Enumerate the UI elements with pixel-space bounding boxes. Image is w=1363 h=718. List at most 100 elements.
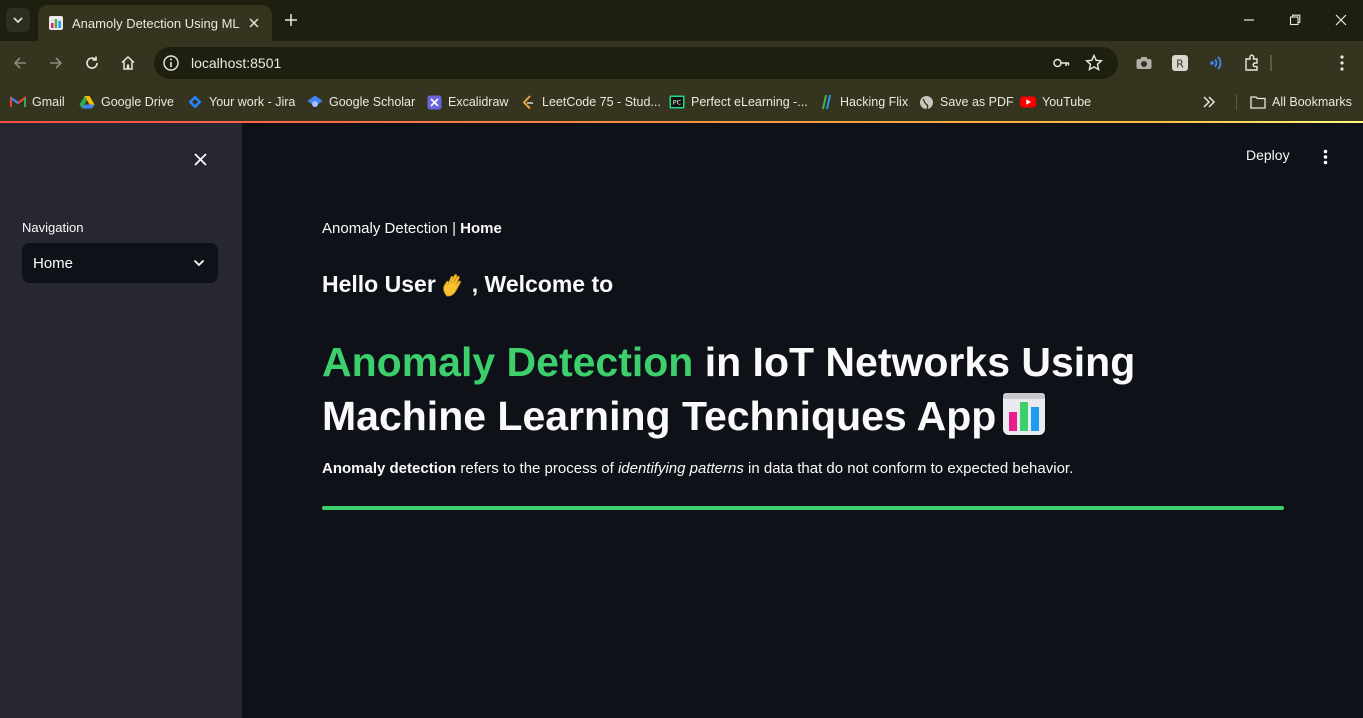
- tab-close-icon[interactable]: [246, 15, 262, 31]
- tab-search-button[interactable]: [6, 8, 30, 32]
- browser-menu-icon[interactable]: [1332, 53, 1352, 73]
- bookmarks-bar: Gmail Google Drive Your work - Jira Goog…: [0, 85, 1363, 122]
- bookmark-label: Google Scholar: [329, 95, 416, 109]
- bookmark-leetcode[interactable]: LeetCode 75 - Stud...: [520, 92, 661, 112]
- deploy-button[interactable]: Deploy: [1246, 147, 1290, 163]
- globe-icon: [918, 94, 934, 110]
- home-icon: [121, 55, 135, 70]
- bookmark-label: YouTube: [1042, 95, 1092, 109]
- bookmark-perfect-elearning[interactable]: PC Perfect eLearning -...: [669, 92, 808, 112]
- desc-bold: Anomaly detection: [322, 460, 457, 477]
- restore-icon: [1289, 14, 1301, 26]
- bookmark-google-drive[interactable]: Google Drive: [79, 92, 174, 112]
- bookmark-label: Google Drive: [101, 95, 174, 109]
- green-divider: [322, 506, 1284, 510]
- description: Anomaly detection refers to the process …: [322, 460, 1073, 477]
- address-bar[interactable]: localhost:8501: [154, 47, 1118, 79]
- scholar-icon: [307, 94, 323, 110]
- bookmark-youtube[interactable]: YouTube: [1020, 92, 1091, 112]
- bookmark-label: Your work - Jira: [209, 95, 296, 109]
- chevron-down-icon: [191, 255, 207, 271]
- chevron-down-icon: [13, 17, 23, 24]
- navigation-select-value: Home: [33, 254, 74, 272]
- sidebar-close-button[interactable]: [189, 148, 211, 170]
- main-menu-button[interactable]: [1316, 147, 1334, 167]
- bookmark-label: Hacking Flix: [840, 95, 909, 109]
- bookmark-jira[interactable]: Your work - Jira: [187, 92, 295, 112]
- excalidraw-icon: [426, 94, 442, 110]
- folder-icon: [1250, 94, 1266, 110]
- minimize-icon: [1244, 19, 1254, 21]
- new-tab-button[interactable]: [280, 9, 302, 31]
- breadcrumb-prefix: Anomaly Detection |: [322, 220, 461, 237]
- close-icon: [193, 152, 207, 166]
- svg-text:R: R: [1176, 58, 1184, 71]
- toolbar-divider: [1270, 55, 1272, 71]
- jira-icon: [187, 94, 203, 110]
- desc-italic: identifying patterns: [617, 460, 744, 477]
- key-icon[interactable]: [1052, 54, 1070, 72]
- navigation-select[interactable]: Home: [22, 243, 218, 283]
- restore-button[interactable]: [1282, 8, 1308, 32]
- chart-favicon-icon: [49, 16, 63, 30]
- breadcrumb: Anomaly Detection | Home: [322, 220, 502, 237]
- breadcrumb-current: Home: [460, 220, 502, 237]
- arrow-right-icon: [50, 57, 63, 69]
- navigation-label: Navigation: [22, 220, 84, 235]
- r-extension-icon[interactable]: R: [1170, 53, 1190, 73]
- gmail-icon: [10, 94, 26, 110]
- bookmark-gmail[interactable]: Gmail: [10, 92, 65, 112]
- drive-icon: [79, 94, 95, 110]
- pc-icon: PC: [669, 94, 685, 110]
- home-button[interactable]: [116, 51, 140, 75]
- youtube-icon: [1020, 94, 1036, 110]
- close-window-button[interactable]: [1328, 8, 1354, 32]
- star-icon[interactable]: [1085, 54, 1103, 72]
- minimize-button[interactable]: [1236, 8, 1262, 32]
- bookmark-label: Save as PDF: [940, 95, 1014, 109]
- reload-icon: [86, 56, 98, 69]
- browser-tab[interactable]: Anamoly Detection Using ML: [38, 5, 272, 41]
- page-title: Anomaly Detection in IoT Networks Using …: [322, 335, 1202, 443]
- reload-button[interactable]: [80, 51, 104, 75]
- site-info-icon[interactable]: [162, 54, 180, 72]
- bookmark-label: Excalidraw: [448, 95, 509, 109]
- desc-end: in data that do not conform to expected …: [743, 460, 1074, 477]
- bookmark-label: Perfect eLearning -...: [691, 95, 808, 109]
- bar-chart-icon: [1003, 393, 1046, 435]
- sidebar: Navigation Home: [0, 123, 242, 718]
- desc-mid: refers to the process of: [456, 460, 618, 477]
- greeting: Hello User , Welcome to: [322, 271, 613, 298]
- greeting-start: Hello User: [322, 271, 436, 297]
- back-button[interactable]: [8, 51, 32, 75]
- double-chevron-right-icon: [1201, 94, 1217, 110]
- bookmarks-overflow-button[interactable]: [1201, 92, 1223, 112]
- forward-button[interactable]: [44, 51, 68, 75]
- browser-toolbar: localhost:8501 R: [0, 41, 1363, 85]
- bookmark-label: LeetCode 75 - Stud...: [542, 95, 661, 109]
- waving-hand-icon: [443, 273, 461, 296]
- wireless-extension-icon[interactable]: [1205, 53, 1225, 73]
- greeting-end: , Welcome to: [471, 271, 614, 297]
- bookmark-hacking-flix[interactable]: Hacking Flix: [818, 92, 908, 112]
- svg-text:PC: PC: [673, 99, 682, 107]
- bookmark-excalidraw[interactable]: Excalidraw: [426, 92, 508, 112]
- arrow-left-icon: [13, 57, 26, 69]
- all-bookmarks-button[interactable]: All Bookmarks: [1250, 92, 1352, 112]
- bookmarks-divider: [1236, 94, 1237, 110]
- tab-title: Anamoly Detection Using ML: [72, 15, 240, 31]
- bookmark-save-as-pdf[interactable]: Save as PDF: [918, 92, 1014, 112]
- bookmark-label: Gmail: [32, 95, 65, 109]
- flix-icon: [818, 94, 834, 110]
- title-accent: Anomaly Detection: [322, 339, 694, 385]
- plus-icon: [285, 14, 297, 26]
- tab-strip: Anamoly Detection Using ML: [0, 0, 1363, 41]
- bookmark-google-scholar[interactable]: Google Scholar: [307, 92, 415, 112]
- main-content: Deploy Anomaly Detection | Home Hello Us…: [242, 123, 1363, 718]
- url-text: localhost:8501: [191, 55, 282, 71]
- leetcode-icon: [520, 94, 536, 110]
- kebab-menu-icon: [1323, 149, 1327, 165]
- close-icon: [1335, 14, 1347, 26]
- camera-extension-icon[interactable]: [1134, 53, 1154, 73]
- extensions-icon[interactable]: [1242, 53, 1262, 73]
